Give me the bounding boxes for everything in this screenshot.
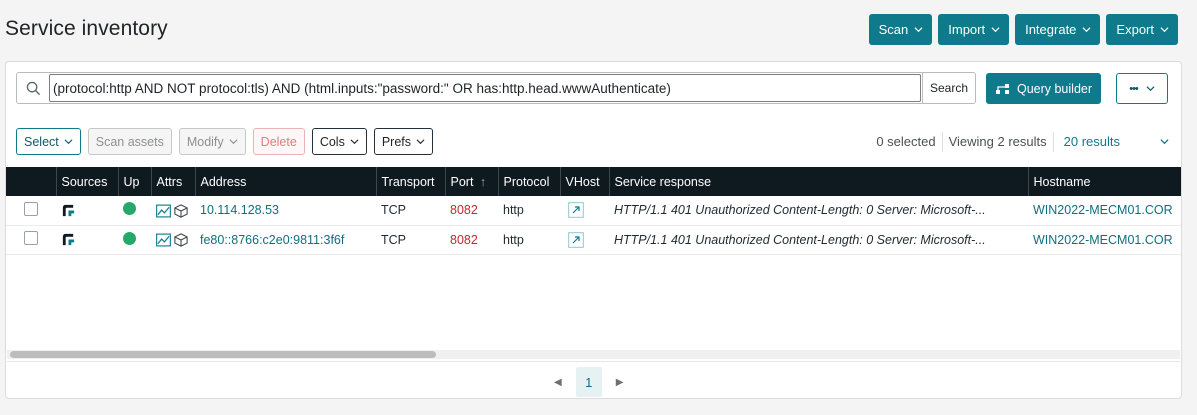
- search-icon: [17, 73, 49, 103]
- protocol-cell: http: [503, 203, 524, 218]
- column-header-hostname[interactable]: Hostname: [1028, 167, 1181, 196]
- horizontal-scrollbar[interactable]: [7, 350, 1180, 359]
- row-checkbox[interactable]: [24, 231, 38, 245]
- external-link-icon[interactable]: [568, 231, 584, 248]
- up-status-icon: [123, 231, 136, 245]
- source-logo-icon: [61, 232, 76, 247]
- page-size-label: 20 results: [1063, 134, 1120, 149]
- more-options-button[interactable]: •••: [1116, 73, 1168, 104]
- divider: [941, 131, 943, 152]
- select-label: Select: [24, 134, 59, 149]
- scrollbar-thumb[interactable]: [10, 351, 436, 358]
- chevron-down-icon: [1082, 27, 1091, 33]
- sort-ascending-icon: ↑: [479, 174, 487, 189]
- chevron-down-icon: [350, 139, 359, 145]
- up-status-icon: [123, 202, 136, 216]
- external-link-icon[interactable]: [568, 202, 584, 219]
- chevron-down-icon: [1146, 86, 1155, 92]
- table-row[interactable]: 10.114.128.53 TCP 8082 http HTTP/1.1 401…: [6, 196, 1181, 225]
- divider: [7, 361, 1180, 362]
- query-input[interactable]: [49, 74, 921, 102]
- chevron-down-icon: [914, 27, 923, 33]
- port-header-label: Port: [450, 174, 474, 189]
- cube-icon[interactable]: [174, 203, 189, 218]
- export-button[interactable]: Export: [1106, 14, 1178, 45]
- search-button[interactable]: Search: [922, 73, 975, 103]
- query-builder-button[interactable]: Query builder: [986, 73, 1101, 104]
- protocol-cell: http: [503, 232, 524, 247]
- address-link[interactable]: 10.114.128.53: [195, 196, 376, 225]
- column-header-address[interactable]: Address: [195, 167, 377, 196]
- chevron-down-icon: [64, 139, 73, 145]
- results-table: Sources Up Attrs Address Transport Port …: [6, 167, 1181, 255]
- column-header-select: [6, 167, 57, 196]
- hostname-link[interactable]: WIN2022-MECM01.COR: [1028, 196, 1181, 225]
- selected-count: 0 selected: [876, 134, 936, 149]
- prefs-label: Prefs: [381, 134, 412, 149]
- pagination: ◀ 1 ▶: [554, 367, 623, 397]
- divider: [1052, 131, 1054, 152]
- column-header-sources[interactable]: Sources: [56, 167, 119, 196]
- address-link[interactable]: fe80::8766:c2e0:9811:3f6f: [195, 225, 376, 254]
- integrate-button-label: Integrate: [1025, 22, 1077, 37]
- column-header-transport[interactable]: Transport: [376, 167, 446, 196]
- chevron-down-icon: [416, 139, 425, 145]
- column-header-up[interactable]: Up: [118, 167, 152, 196]
- column-header-vhost[interactable]: VHost: [560, 167, 610, 196]
- table-row[interactable]: fe80::8766:c2e0:9811:3f6f TCP 8082 http …: [6, 225, 1181, 254]
- scan-button[interactable]: Scan: [868, 14, 933, 45]
- next-page-icon[interactable]: ▶: [616, 377, 624, 388]
- chart-icon[interactable]: [156, 204, 171, 218]
- cube-icon[interactable]: [174, 233, 189, 247]
- delete-button[interactable]: Delete: [252, 128, 305, 155]
- results-table-container: Sources Up Attrs Address Transport Port …: [6, 167, 1181, 347]
- modify-label: Modify: [186, 134, 224, 149]
- source-logo-icon: [61, 203, 76, 218]
- cols-dropdown[interactable]: Cols: [311, 128, 367, 155]
- inventory-panel: Search Query builder ••• Select Scan ass…: [5, 61, 1182, 399]
- top-actions: Scan Import Integrate Export: [868, 14, 1178, 45]
- query-builder-label: Query builder: [1016, 81, 1093, 96]
- port-cell[interactable]: 8082: [445, 225, 498, 254]
- viewing-count: Viewing 2 results: [948, 134, 1047, 149]
- modify-dropdown[interactable]: Modify: [178, 128, 246, 155]
- toolbar: Select Scan assets Modify Delete Cols Pr…: [16, 128, 434, 155]
- transport-cell: TCP: [381, 232, 406, 247]
- more-icon: •••: [1129, 82, 1139, 95]
- prefs-dropdown[interactable]: Prefs: [373, 128, 434, 155]
- export-button-label: Export: [1116, 22, 1154, 37]
- column-header-attrs[interactable]: Attrs: [151, 167, 196, 196]
- status-area: 0 selected Viewing 2 results 20 results: [876, 128, 1169, 155]
- search-bar: Search: [16, 72, 976, 104]
- prev-page-icon[interactable]: ◀: [554, 377, 562, 388]
- scan-button-label: Scan: [878, 22, 909, 37]
- chevron-down-icon: [1160, 139, 1169, 145]
- port-cell[interactable]: 8082: [445, 196, 498, 225]
- column-header-protocol[interactable]: Protocol: [498, 167, 561, 196]
- scan-assets-button[interactable]: Scan assets: [87, 128, 172, 155]
- column-header-service-response[interactable]: Service response: [609, 167, 1029, 196]
- page-number-current[interactable]: 1: [575, 367, 602, 397]
- select-dropdown[interactable]: Select: [16, 128, 81, 155]
- chevron-down-icon: [991, 27, 1000, 33]
- chart-icon[interactable]: [156, 233, 171, 247]
- chevron-down-icon: [229, 139, 238, 145]
- import-button[interactable]: Import: [938, 14, 1010, 45]
- page-title: Service inventory: [5, 17, 168, 40]
- integrate-button[interactable]: Integrate: [1015, 14, 1101, 45]
- table-header-row: Sources Up Attrs Address Transport Port …: [6, 167, 1181, 196]
- cols-label: Cols: [319, 134, 345, 149]
- import-button-label: Import: [948, 22, 986, 37]
- hostname-link[interactable]: WIN2022-MECM01.COR: [1028, 225, 1181, 254]
- column-header-port[interactable]: Port ↑: [445, 167, 499, 196]
- page-size-select[interactable]: 20 results: [1064, 134, 1169, 149]
- chevron-down-icon: [1160, 27, 1169, 33]
- row-checkbox[interactable]: [24, 201, 38, 216]
- transport-cell: TCP: [381, 203, 406, 218]
- service-response-cell: HTTP/1.1 401 Unauthorized Content-Length…: [614, 232, 986, 247]
- query-builder-icon: [995, 83, 1009, 94]
- service-response-cell: HTTP/1.1 401 Unauthorized Content-Length…: [614, 203, 986, 218]
